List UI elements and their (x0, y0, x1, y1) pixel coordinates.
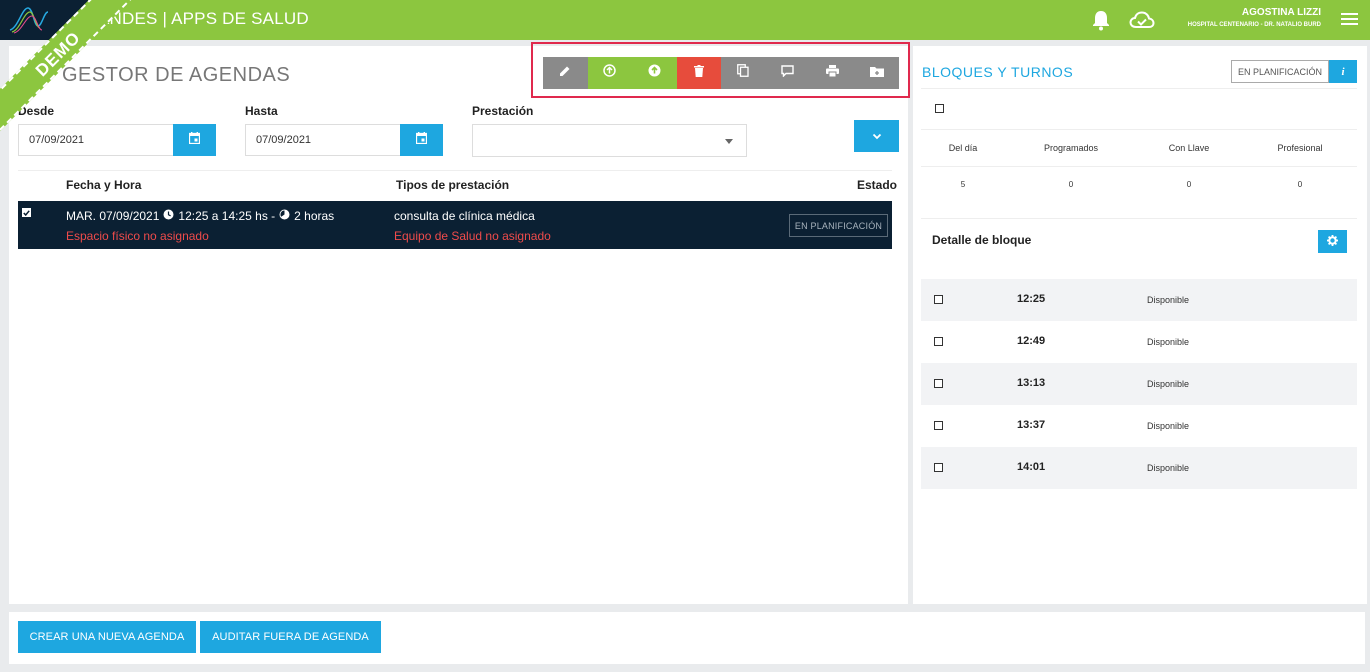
slot-status: Disponible (1147, 421, 1190, 431)
stat-value-programados: 0 (1068, 180, 1074, 189)
agenda-status-badge: EN PLANIFICACIÓN (1231, 60, 1329, 83)
slot-checkbox[interactable] (934, 421, 943, 430)
stat-value-del-dia: 5 (960, 180, 966, 189)
print-button[interactable] (810, 57, 855, 89)
calendar-icon (415, 131, 428, 149)
agenda-duration: 2 horas (294, 209, 335, 223)
block-settings-button[interactable] (1318, 230, 1347, 253)
edit-icon (559, 64, 571, 82)
comment-icon (781, 64, 794, 82)
delete-button[interactable] (676, 57, 721, 89)
calendar-icon (188, 131, 201, 149)
prestacion-select[interactable] (472, 124, 747, 157)
hasta-label: Hasta (245, 104, 278, 118)
arrow-circle-icon (648, 64, 661, 82)
turno-slot[interactable]: 13:13 Disponible (921, 363, 1357, 405)
divider (18, 170, 892, 171)
slot-status: Disponible (1147, 379, 1190, 389)
dropdown-caret-icon (725, 139, 733, 144)
row-checkbox[interactable] (22, 208, 31, 217)
andes-logo[interactable] (0, 0, 88, 40)
crear-agenda-button[interactable]: CREAR UNA NUEVA AGENDA (18, 621, 196, 653)
slot-status: Disponible (1147, 463, 1190, 473)
print-icon (825, 64, 839, 82)
column-header-estado[interactable]: Estado (857, 178, 897, 192)
auditar-fuera-agenda-button[interactable]: AUDITAR FUERA DE AGENDA (200, 621, 381, 653)
desde-calendar-button[interactable] (173, 124, 216, 156)
slot-checkbox[interactable] (934, 463, 943, 472)
agenda-datetime: MAR. 07/09/2021 12:25 a 14:25 hs - 2 hor… (66, 209, 334, 223)
equipo-salud-warning: Equipo de Salud no asignado (394, 229, 551, 243)
column-header-tipos[interactable]: Tipos de prestación (396, 178, 509, 192)
hasta-calendar-button[interactable] (400, 124, 443, 156)
bloques-title: BLOQUES Y TURNOS (922, 64, 1074, 80)
slot-checkbox[interactable] (934, 295, 943, 304)
divider (921, 129, 1357, 130)
copy-icon (737, 64, 749, 82)
slot-time: 14:01 (1017, 461, 1046, 473)
top-navbar: ANDES | APPS DE SALUD AGOSTINA LIZZI HOS… (0, 0, 1370, 40)
agenda-time: 12:25 a 14:25 hs - (178, 209, 276, 223)
stat-header-del-dia: Del día (948, 143, 978, 153)
user-organization: HOSPITAL CENTENARIO - DR. NATALIO BURD (1187, 22, 1321, 28)
desde-date-input[interactable]: 07/09/2021 (18, 124, 174, 156)
stat-header-programados: Programados (1043, 143, 1099, 153)
desde-label: Desde (18, 104, 55, 118)
column-header-fecha[interactable]: Fecha y Hora (66, 178, 141, 192)
stat-value-profesional: 0 (1297, 180, 1303, 189)
agenda-actions-toolbar (543, 57, 899, 89)
menu-icon[interactable] (1341, 13, 1358, 26)
select-all-checkbox[interactable] (935, 104, 944, 113)
hasta-date-input[interactable]: 07/09/2021 (245, 124, 401, 156)
clone-button[interactable] (721, 57, 766, 89)
stat-header-con-llave: Con Llave (1168, 143, 1210, 153)
edit-button[interactable] (543, 57, 588, 89)
agenda-date: MAR. 07/09/2021 (66, 209, 160, 223)
turno-slot[interactable]: 13:37 Disponible (921, 405, 1357, 447)
duration-icon (279, 209, 290, 223)
slot-status: Disponible (1147, 295, 1190, 305)
clock-icon (163, 209, 174, 223)
divider (921, 218, 1357, 219)
slot-time: 13:13 (1017, 377, 1046, 389)
stat-header-profesional: Profesional (1277, 143, 1323, 153)
publish-button[interactable] (587, 57, 632, 89)
status-badge: EN PLANIFICACIÓN (789, 214, 888, 237)
slot-time: 12:49 (1017, 335, 1046, 347)
upload-circle-icon (603, 64, 616, 82)
notes-button[interactable] (765, 57, 810, 89)
chevron-down-icon (872, 127, 882, 145)
turno-slot[interactable]: 12:25 Disponible (921, 279, 1357, 321)
app-title: ANDES | APPS DE SALUD (98, 9, 309, 28)
trash-icon (693, 64, 704, 82)
stat-value-con-llave: 0 (1186, 180, 1192, 189)
folder-icon (869, 64, 884, 82)
expand-filters-button[interactable] (854, 120, 899, 152)
slot-status: Disponible (1147, 337, 1190, 347)
espacio-fisico-warning: Espacio físico no asignado (66, 229, 209, 243)
prestacion-label: Prestación (472, 104, 534, 118)
cloud-sync-icon[interactable] (1129, 10, 1155, 35)
slot-time: 13:37 (1017, 419, 1046, 431)
divider (921, 88, 1357, 89)
page-title: GESTOR DE AGENDAS (62, 64, 291, 86)
notification-bell-icon[interactable] (1091, 9, 1111, 36)
disponible-button[interactable] (632, 57, 677, 89)
agenda-prestacion: consulta de clínica médica (394, 209, 535, 223)
info-button[interactable]: i (1329, 60, 1357, 83)
slot-time: 12:25 (1017, 293, 1046, 305)
slot-checkbox[interactable] (934, 337, 943, 346)
user-name[interactable]: AGOSTINA LIZZI (1242, 7, 1321, 18)
divider (921, 166, 1357, 167)
agenda-row[interactable]: MAR. 07/09/2021 12:25 a 14:25 hs - 2 hor… (18, 201, 892, 249)
gear-icon (1327, 233, 1338, 251)
turno-slot[interactable]: 14:01 Disponible (921, 447, 1357, 489)
slot-checkbox[interactable] (934, 379, 943, 388)
folder-button[interactable] (854, 57, 899, 89)
turno-slot[interactable]: 12:49 Disponible (921, 321, 1357, 363)
detalle-bloque-title: Detalle de bloque (932, 233, 1032, 247)
